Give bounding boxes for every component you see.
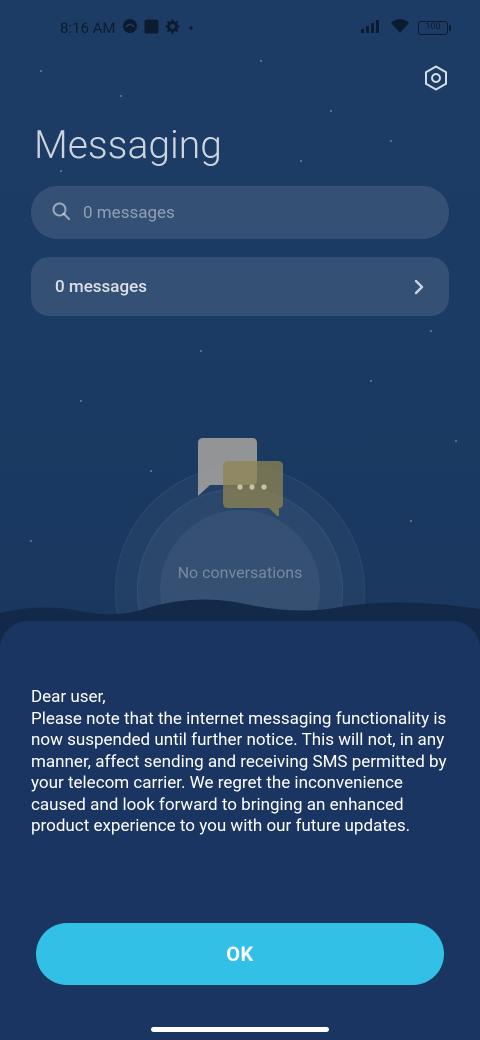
gear-icon xyxy=(165,18,180,38)
battery-icon: 100 xyxy=(418,21,451,35)
search-icon xyxy=(51,201,71,225)
ok-button[interactable]: OK xyxy=(36,923,444,985)
dot-icon xyxy=(186,19,196,37)
messages-summary-card[interactable]: 0 messages xyxy=(31,257,449,316)
signal-icon xyxy=(360,19,382,37)
hexagon-settings-icon xyxy=(424,65,448,95)
summary-label: 0 messages xyxy=(55,276,147,297)
empty-state-text: No conversations xyxy=(177,563,303,582)
chat-bubbles-icon xyxy=(194,436,286,518)
notice-dialog: Dear user, Please note that the internet… xyxy=(0,621,480,1040)
chevron-right-icon xyxy=(413,278,425,296)
dialog-message: Dear user, Please note that the internet… xyxy=(31,687,447,836)
home-indicator[interactable] xyxy=(151,1027,329,1032)
settings-button[interactable] xyxy=(420,64,452,96)
square-app-icon xyxy=(144,19,159,38)
status-bar: 8:16 AM 100 xyxy=(0,0,480,56)
page-title: Messaging xyxy=(34,122,222,168)
search-input[interactable]: 0 messages xyxy=(31,186,449,239)
search-placeholder: 0 messages xyxy=(83,202,175,223)
status-time: 8:16 AM xyxy=(60,19,116,37)
incognito-icon xyxy=(122,18,138,38)
wifi-icon xyxy=(390,18,410,38)
